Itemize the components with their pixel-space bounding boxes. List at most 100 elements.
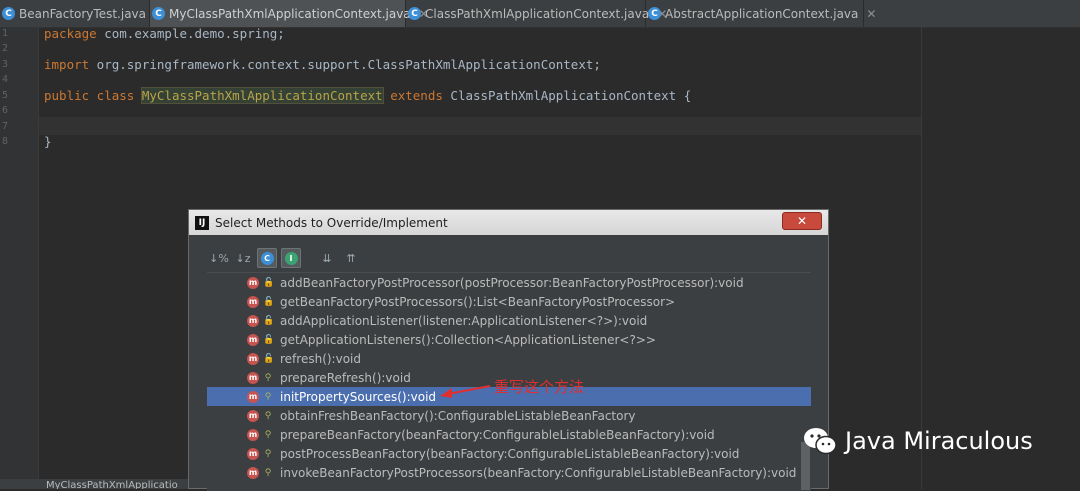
current-line-highlight: [39, 117, 921, 135]
watermark: Java Miraculous: [803, 426, 1033, 456]
line-number: 1: [1, 28, 8, 39]
method-signature: initPropertySources():void: [280, 389, 437, 404]
dialog-toolbar: ↓% ↓z C I ⇊ ⇈: [209, 248, 361, 268]
method-row[interactable]: m 🔓 addBeanFactoryPostProcessor(postProces…: [207, 273, 811, 292]
tab-classpathxml[interactable]: C ClassPathXmlApplicationContext.java ✕: [406, 0, 667, 27]
keyword: public class: [44, 88, 135, 103]
method-row[interactable]: m 🔓 getBeanFactoryPostProcessors():List<Be…: [207, 292, 811, 311]
line-number: 2: [1, 43, 8, 54]
method-signature: obtainFreshBeanFactory():ConfigurableLis…: [280, 408, 636, 423]
class-icon: C: [408, 7, 421, 20]
editor-tab-bar: C BeanFactoryTest.java ✕ C MyClassPathXm…: [0, 0, 1080, 28]
protected-visibility-icon: ⚲: [264, 410, 272, 421]
interface-icon: I: [284, 251, 298, 265]
override-methods-dialog: IJ Select Methods to Override/Implement …: [188, 209, 829, 491]
dialog-close-button[interactable]: ✕: [782, 212, 822, 230]
method-icon: m: [247, 466, 259, 479]
sort-alphabetically-icon[interactable]: ↓z: [233, 248, 253, 268]
bottom-tab-label: MyClassPathXmlApplicatio: [46, 480, 178, 489]
method-icon: m: [247, 314, 259, 327]
line-number: 5: [1, 90, 8, 101]
method-signature: addBeanFactoryPostProcessor(postProcesso…: [280, 275, 744, 290]
code-text: ClassPathXmlApplicationContext {: [442, 88, 692, 103]
expand-all-icon[interactable]: ⇊: [317, 248, 337, 268]
method-row[interactable]: m ⚲ obtainFreshBeanFactory():ConfigurableL…: [207, 406, 811, 425]
line-number: 7: [1, 121, 8, 132]
line-number: 4: [1, 74, 8, 85]
method-icon: m: [247, 390, 259, 403]
line-number: 6: [1, 105, 8, 116]
protected-visibility-icon: ⚲: [264, 372, 272, 383]
group-by-class-button[interactable]: C: [257, 248, 277, 268]
method-signature: postProcessBeanFactory(beanFactory:Confi…: [280, 446, 740, 461]
line-number: 8: [1, 136, 8, 147]
tab-abstractapplicationcontext[interactable]: C AbstractApplicationContext.java ✕: [646, 0, 876, 27]
annotation-text: 重写这个方法: [494, 378, 585, 396]
line-number-gutter: 1 2 3 4 5 6 7 8: [0, 27, 39, 489]
method-icon: m: [247, 295, 259, 308]
method-row[interactable]: m ⚲ invokeBeanFactoryPostProcessors(beanFa…: [207, 463, 811, 482]
line-number: 3: [1, 59, 8, 70]
method-row[interactable]: m ⚲ prepareBeanFactory(beanFactory:Configu…: [207, 425, 811, 444]
code-line-3[interactable]: import org.springframework.context.suppo…: [44, 57, 601, 73]
method-signature: invokeBeanFactoryPostProcessors(beanFact…: [280, 465, 797, 480]
collapse-all-icon[interactable]: ⇈: [341, 248, 361, 268]
protected-visibility-icon: ⚲: [264, 467, 272, 478]
annotation-arrow-icon: [440, 385, 491, 398]
sort-by-visibility-icon[interactable]: ↓%: [209, 248, 229, 268]
public-visibility-icon: 🔓: [263, 277, 275, 288]
code-line-1[interactable]: package com.example.demo.spring;: [44, 26, 285, 42]
tab-myclasspathxml[interactable]: C MyClassPathXmlApplicationContext.java …: [150, 0, 429, 27]
tab-label: BeanFactoryTest.java: [19, 6, 146, 21]
method-signature: getApplicationListeners():Collection<App…: [280, 332, 656, 347]
class-icon: C: [648, 7, 661, 20]
bottom-tab-strip[interactable]: MyClassPathXmlApplicatio: [0, 479, 190, 489]
dialog-title: Select Methods to Override/Implement: [215, 215, 448, 230]
method-signature: addApplicationListener(listener:Applicat…: [280, 313, 648, 328]
class-icon: C: [2, 7, 15, 20]
keyword: extends: [390, 88, 443, 103]
wechat-icon: [804, 428, 837, 455]
tab-label: MyClassPathXmlApplicationContext.java: [169, 6, 411, 21]
dialog-title-bar[interactable]: IJ Select Methods to Override/Implement …: [189, 210, 828, 235]
close-icon[interactable]: ✕: [866, 7, 876, 21]
tab-beanfactorytest[interactable]: C BeanFactoryTest.java ✕: [0, 0, 164, 27]
method-signature: getBeanFactoryPostProcessors():List<Bean…: [280, 294, 676, 309]
code-line-5[interactable]: public class MyClassPathXmlApplicationCo…: [44, 87, 692, 104]
method-icon: m: [247, 371, 259, 384]
code-text: org.springframework.context.support.Clas…: [89, 57, 601, 72]
watermark-text: Java Miraculous: [845, 427, 1033, 455]
method-icon: m: [247, 352, 259, 365]
method-row[interactable]: m 🔓 addApplicationListener(listener:Applic…: [207, 311, 811, 330]
method-icon: m: [247, 409, 259, 422]
method-signature: refresh():void: [280, 351, 361, 366]
code-text: com.example.demo.spring;: [96, 26, 285, 41]
class-icon: C: [152, 7, 165, 20]
code-line-8[interactable]: }: [44, 134, 52, 150]
tab-label: ClassPathXmlApplicationContext.java: [425, 6, 650, 21]
class-name-highlight: MyClassPathXmlApplicationContext: [140, 87, 384, 104]
tab-label: AbstractApplicationContext.java: [665, 6, 859, 21]
protected-visibility-icon: ⚲: [264, 448, 272, 459]
class-icon: C: [260, 251, 274, 265]
public-visibility-icon: 🔓: [263, 296, 275, 307]
keyword: package: [44, 26, 97, 41]
right-margin-guide: [921, 27, 922, 489]
method-row[interactable]: m ⚲ postProcessBeanFactory(beanFactory:Con…: [207, 444, 811, 463]
public-visibility-icon: 🔓: [263, 353, 275, 364]
protected-visibility-icon: ⚲: [264, 429, 272, 440]
method-signature: prepareBeanFactory(beanFactory:Configura…: [280, 427, 715, 442]
group-by-interface-button[interactable]: I: [281, 248, 301, 268]
method-signature: prepareRefresh():void: [280, 370, 411, 385]
method-icon: m: [247, 276, 259, 289]
method-row[interactable]: m 🔓 getApplicationListeners():Collection<A…: [207, 330, 811, 349]
protected-visibility-icon: ⚲: [264, 391, 272, 402]
intellij-logo-icon: IJ: [195, 215, 209, 230]
method-icon: m: [247, 428, 259, 441]
public-visibility-icon: 🔓: [263, 315, 275, 326]
public-visibility-icon: 🔓: [263, 334, 275, 345]
method-icon: m: [247, 447, 259, 460]
code-text: }: [44, 134, 52, 149]
method-icon: m: [247, 333, 259, 346]
method-row[interactable]: m 🔓 refresh():void: [207, 349, 811, 368]
